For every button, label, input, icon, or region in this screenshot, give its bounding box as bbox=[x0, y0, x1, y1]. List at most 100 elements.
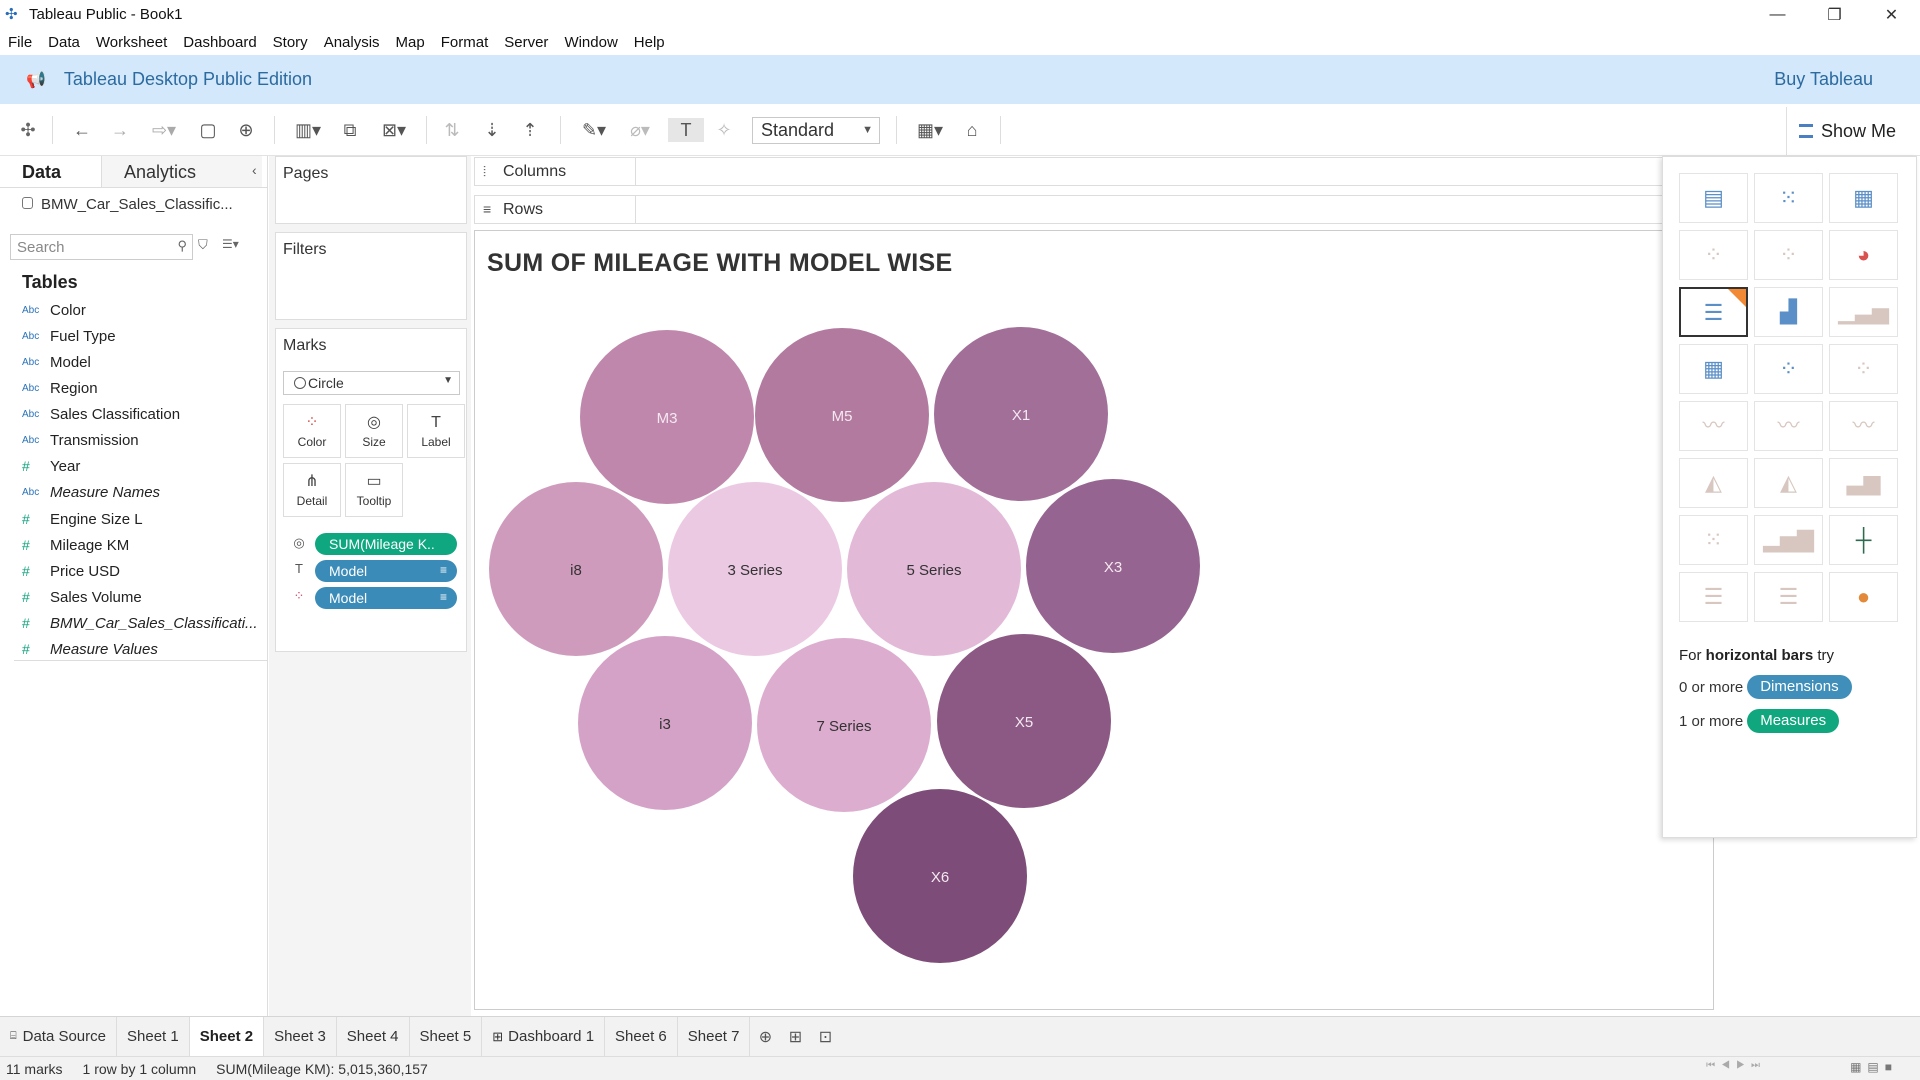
field-sales-classification[interactable]: Abc Sales Classification bbox=[22, 403, 180, 425]
duplicate-icon[interactable]: ⧉ bbox=[338, 118, 362, 142]
pill-sum-mileage[interactable]: SUM(Mileage K.. bbox=[315, 533, 457, 555]
swap-icon[interactable]: ⇅ bbox=[440, 118, 464, 142]
menu-data[interactable]: Data bbox=[40, 34, 88, 51]
chart-type-dual-lines[interactable]: 〰 bbox=[1829, 401, 1898, 451]
chart-type-scatter-plot[interactable]: ⁙ bbox=[1679, 515, 1748, 565]
columns-shelf[interactable]: ⦙ Columns bbox=[474, 157, 1711, 186]
field-measure-values[interactable]: # Measure Values bbox=[22, 638, 158, 660]
chart-type-highlight-table[interactable]: ▦ bbox=[1829, 173, 1898, 223]
chart-type-text-table[interactable]: ▤ bbox=[1679, 173, 1748, 223]
undo-icon[interactable]: ← bbox=[70, 118, 94, 142]
pill-model-color[interactable]: Model ≡ bbox=[315, 587, 457, 609]
chart-type-lines-discrete[interactable]: 〰 bbox=[1754, 401, 1823, 451]
pill-model-label[interactable]: Model ≡ bbox=[315, 560, 457, 582]
restore-button[interactable]: ❐ bbox=[1806, 0, 1863, 29]
show-me-button[interactable]: Show Me bbox=[1786, 107, 1920, 155]
menu-window[interactable]: Window bbox=[556, 34, 625, 51]
tableau-home-icon[interactable]: ✣ bbox=[16, 118, 40, 142]
field-transmission[interactable]: Abc Transmission bbox=[22, 429, 139, 451]
new-worksheet-icon[interactable]: ▥▾ bbox=[288, 118, 328, 142]
field-year[interactable]: # Year bbox=[22, 455, 80, 477]
new-datasource-icon[interactable]: ⊕ bbox=[234, 118, 258, 142]
chart-type-symbol-map[interactable]: ⁘ bbox=[1679, 230, 1748, 280]
chart-type-histogram[interactable]: ▂▅▇ bbox=[1754, 515, 1823, 565]
show-cards-icon[interactable]: ▦▾ bbox=[910, 118, 950, 142]
chart-type-pie-chart[interactable]: ◕ bbox=[1829, 230, 1898, 280]
tab-data[interactable]: Data bbox=[0, 156, 103, 187]
chart-type-side-by-side-circles[interactable]: ⁘ bbox=[1829, 344, 1898, 394]
chart-type-side-by-side-bars[interactable]: ▁▃▅ bbox=[1829, 287, 1898, 337]
chart-type-heat-map[interactable]: ⁙ bbox=[1754, 173, 1823, 223]
new-story-icon[interactable]: ⊡ bbox=[810, 1027, 840, 1047]
group-icon[interactable]: ⌀▾ bbox=[622, 118, 658, 142]
chart-type-filled-map[interactable]: ⁘ bbox=[1754, 230, 1823, 280]
clear-sheet-icon[interactable]: ⊠▾ bbox=[374, 118, 414, 142]
tab-sheet-6[interactable]: Sheet 6 bbox=[605, 1016, 678, 1057]
fit-select[interactable]: Standard ▼ bbox=[752, 117, 880, 144]
pages-card[interactable]: Pages bbox=[275, 156, 467, 224]
color-button[interactable]: ⁘ Color bbox=[283, 404, 341, 458]
chart-type-lines-continuous[interactable]: 〰 bbox=[1679, 401, 1748, 451]
chart-type-area-discrete[interactable]: ◭ bbox=[1754, 458, 1823, 508]
chart-type-stacked-bars[interactable]: ▟ bbox=[1754, 287, 1823, 337]
menu-format[interactable]: Format bbox=[433, 34, 497, 51]
menu-help[interactable]: Help bbox=[626, 34, 673, 51]
tab-data-source[interactable]: ⌸ Data Source bbox=[0, 1016, 117, 1057]
filters-card[interactable]: Filters bbox=[275, 232, 467, 320]
tab-sheet-4[interactable]: Sheet 4 bbox=[337, 1016, 410, 1057]
sort-ascending-icon[interactable]: ⇣ bbox=[480, 118, 504, 142]
tab-analytics[interactable]: Analytics bbox=[102, 156, 263, 187]
save-icon[interactable]: ▢ bbox=[196, 118, 220, 142]
sort-descending-icon[interactable]: ⇡ bbox=[518, 118, 542, 142]
size-button[interactable]: ◎ Size bbox=[345, 404, 403, 458]
view-options-icon[interactable]: ☰▾ bbox=[222, 237, 239, 251]
sheet-view-icon[interactable]: ▦▤■ bbox=[1850, 1060, 1898, 1074]
chart-type-treemap[interactable]: ▦ bbox=[1679, 344, 1748, 394]
chart-type-bullet-graph[interactable]: ☰ bbox=[1754, 572, 1823, 622]
chart-type-circle-views[interactable]: ⁘ bbox=[1754, 344, 1823, 394]
tooltip-button[interactable]: ▭ Tooltip bbox=[345, 463, 403, 517]
tab-sheet-7[interactable]: Sheet 7 bbox=[678, 1016, 751, 1057]
tab-sheet-1[interactable]: Sheet 1 bbox=[117, 1016, 190, 1057]
field-price-usd[interactable]: # Price USD bbox=[22, 560, 120, 582]
close-button[interactable]: ✕ bbox=[1863, 0, 1920, 29]
chart-type-horizontal-bars[interactable]: ☰ bbox=[1679, 287, 1748, 337]
menu-file[interactable]: File bbox=[0, 34, 40, 51]
tab-dashboard-1[interactable]: ⊞ Dashboard 1 bbox=[482, 1016, 606, 1057]
collapse-pane-icon[interactable]: ‹ bbox=[252, 162, 257, 178]
menu-dashboard[interactable]: Dashboard bbox=[175, 34, 264, 51]
field-engine-size[interactable]: # Engine Size L bbox=[22, 508, 143, 530]
chart-type-box-whisker[interactable]: ┼ bbox=[1829, 515, 1898, 565]
menu-story[interactable]: Story bbox=[265, 34, 316, 51]
field-model[interactable]: Abc Model bbox=[22, 351, 91, 373]
fix-axes-icon[interactable]: ✧ bbox=[712, 118, 736, 142]
menu-worksheet[interactable]: Worksheet bbox=[88, 34, 175, 51]
filter-icon[interactable]: ⛉ bbox=[198, 237, 208, 253]
field-region[interactable]: Abc Region bbox=[22, 377, 98, 399]
menu-analysis[interactable]: Analysis bbox=[316, 34, 388, 51]
field-mileage-km[interactable]: # Mileage KM bbox=[22, 534, 129, 556]
mark-type-select[interactable]: Circle ▼ bbox=[283, 371, 460, 395]
field-measure-names[interactable]: Abc Measure Names bbox=[22, 481, 160, 503]
menu-server[interactable]: Server bbox=[496, 34, 556, 51]
field-fuel-type[interactable]: Abc Fuel Type bbox=[22, 325, 116, 347]
sheet-navigation-icon[interactable]: ⏮◀▶⏭ bbox=[1706, 1060, 1766, 1071]
presentation-icon[interactable]: ⌂ bbox=[960, 118, 984, 142]
new-worksheet-icon[interactable]: ⊕ bbox=[750, 1027, 780, 1047]
redo-icon[interactable]: → bbox=[108, 118, 132, 142]
show-labels-icon[interactable]: T bbox=[668, 118, 704, 142]
chart-type-packed-bubbles[interactable]: ● bbox=[1829, 572, 1898, 622]
datasource-name[interactable]: BMW_Car_Sales_Classific... bbox=[22, 196, 233, 213]
tab-sheet-3[interactable]: Sheet 3 bbox=[264, 1016, 337, 1057]
highlight-icon[interactable]: ✎▾ bbox=[574, 118, 614, 142]
field-color[interactable]: Abc Color bbox=[22, 299, 86, 321]
detail-button[interactable]: ⋔ Detail bbox=[283, 463, 341, 517]
field-sales-volume[interactable]: # Sales Volume bbox=[22, 586, 142, 608]
new-dashboard-icon[interactable]: ⊞ bbox=[780, 1027, 810, 1047]
field-record-count[interactable]: # BMW_Car_Sales_Classificati... bbox=[22, 612, 258, 634]
buy-tableau-link[interactable]: Buy Tableau bbox=[1774, 69, 1873, 90]
chart-type-area-continuous[interactable]: ◭ bbox=[1679, 458, 1748, 508]
tab-sheet-2[interactable]: Sheet 2 bbox=[189, 1016, 265, 1057]
replay-icon[interactable]: ⇨▾ bbox=[146, 118, 182, 142]
chart-type-dual-combination[interactable]: ▃▆ bbox=[1829, 458, 1898, 508]
